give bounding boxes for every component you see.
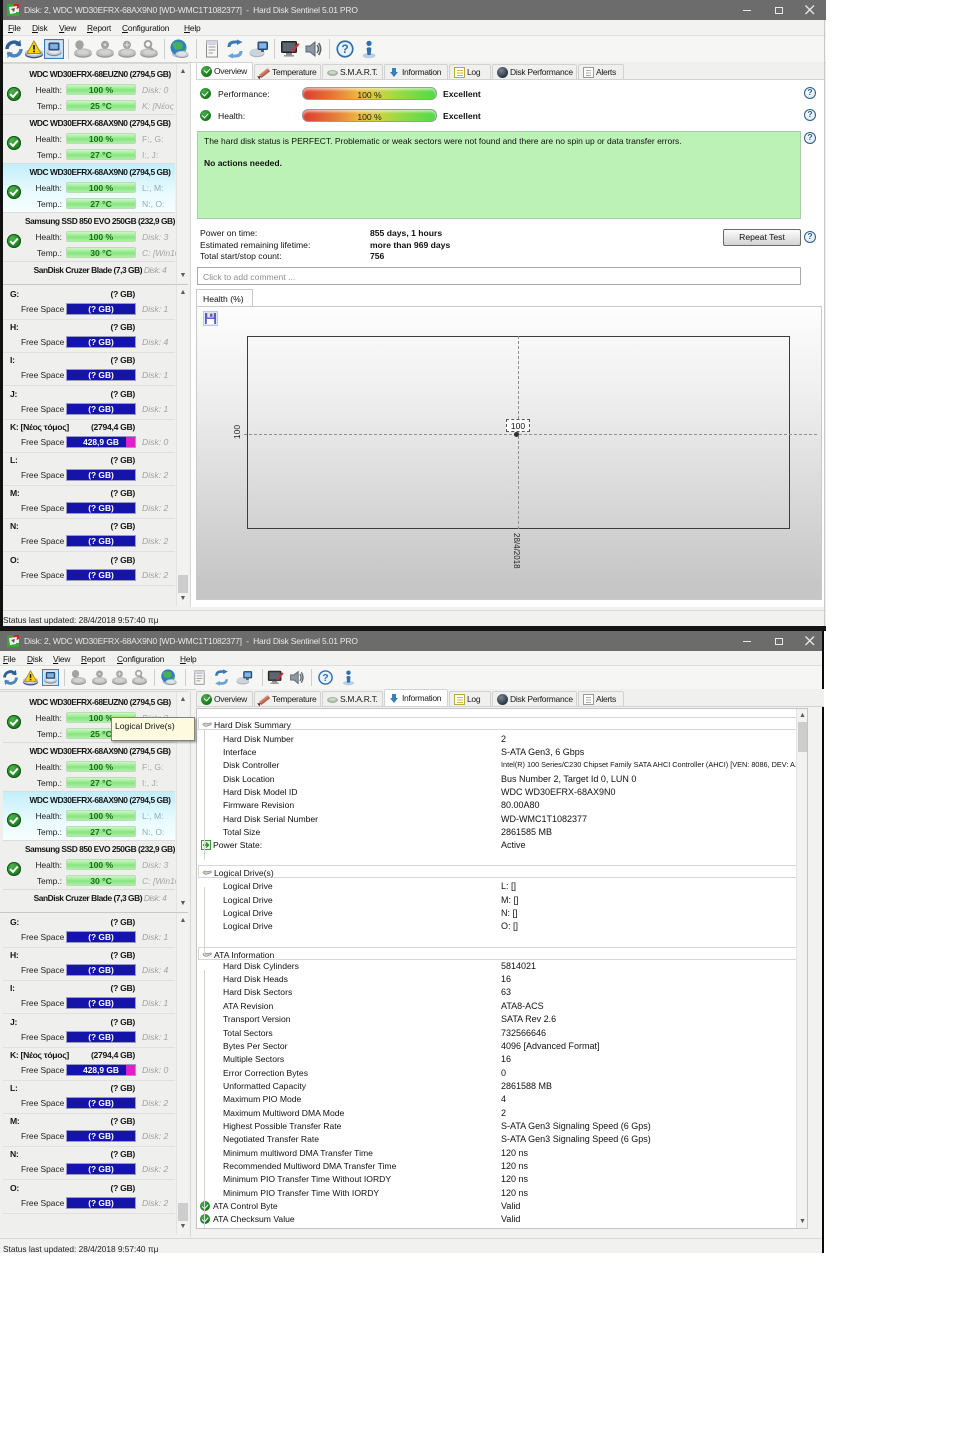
svg-text:?: ?	[322, 673, 328, 684]
svg-text:?: ?	[341, 42, 348, 56]
